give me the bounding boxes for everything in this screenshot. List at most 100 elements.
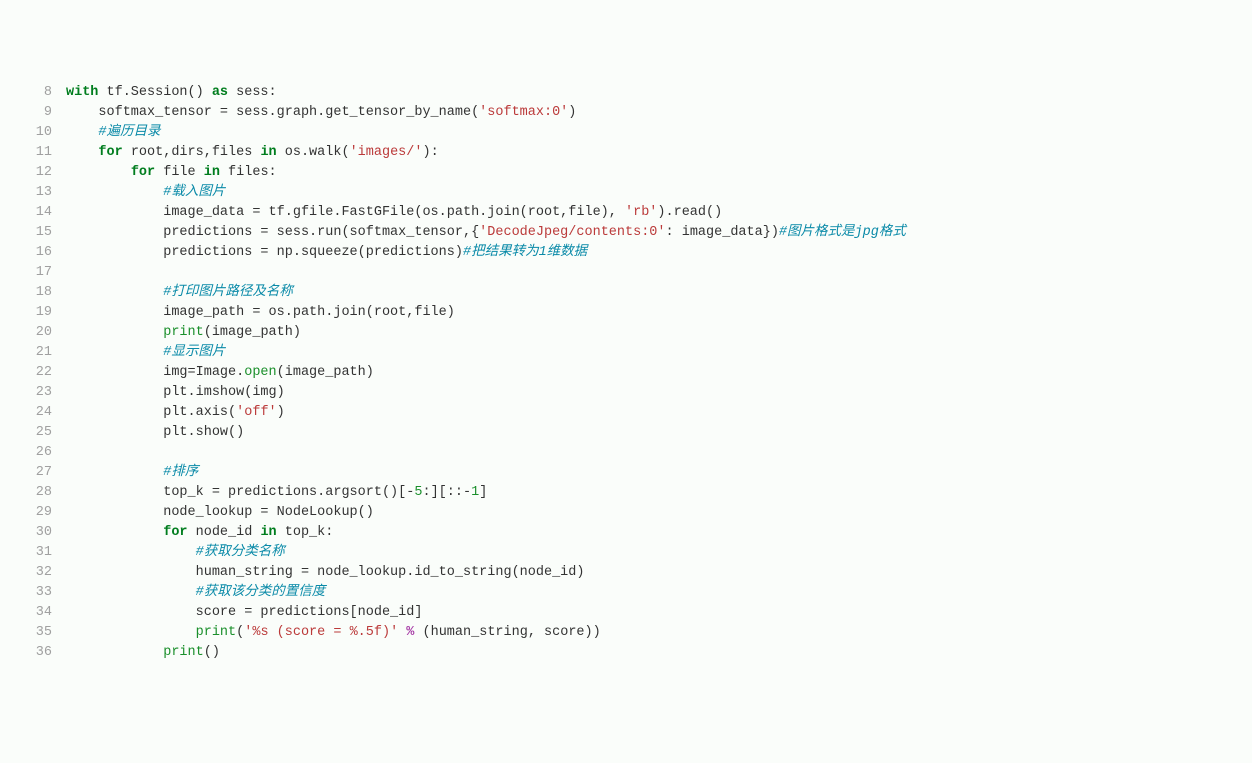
code-token	[66, 265, 163, 280]
code-token: img=Image.	[66, 365, 244, 380]
line-number: 18	[0, 283, 52, 303]
code-token: for	[163, 525, 187, 540]
code-token: image_path = os.path.join(root,file)	[66, 305, 455, 320]
code-token: #载入图片	[163, 185, 225, 200]
line-number: 25	[0, 423, 52, 443]
code-token: print	[196, 625, 237, 640]
line-number: 31	[0, 543, 52, 563]
code-token: ]	[479, 485, 487, 500]
code-token: predictions = np.squeeze(predictions)	[66, 245, 463, 260]
code-token	[66, 465, 163, 480]
code-token: 'rb'	[625, 205, 657, 220]
line-number: 36	[0, 643, 52, 663]
code-token: in	[204, 165, 220, 180]
line-number: 32	[0, 563, 52, 583]
line-number: 15	[0, 223, 52, 243]
code-token	[66, 145, 98, 160]
code-token: 'DecodeJpeg/contents:0'	[479, 225, 665, 240]
code-token: top_k = predictions.argsort()[-	[66, 485, 414, 500]
code-line: with tf.Session() as sess:	[66, 83, 1252, 103]
code-token	[66, 325, 163, 340]
code-token: sess:	[228, 85, 277, 100]
code-line: for root,dirs,files in os.walk('images/'…	[66, 143, 1252, 163]
code-token	[66, 445, 163, 460]
code-token: open	[244, 365, 276, 380]
line-number: 14	[0, 203, 52, 223]
code-line: top_k = predictions.argsort()[-5:][::-1]	[66, 483, 1252, 503]
code-line: print(image_path)	[66, 323, 1252, 343]
code-token: plt.imshow(img)	[66, 385, 285, 400]
code-line: print()	[66, 643, 1252, 663]
line-number: 12	[0, 163, 52, 183]
code-token: in	[260, 525, 276, 540]
code-token: node_id	[188, 525, 261, 540]
code-token: for	[98, 145, 122, 160]
code-token	[66, 645, 163, 660]
code-line: plt.axis('off')	[66, 403, 1252, 423]
code-line: #打印图片路径及名称	[66, 283, 1252, 303]
code-token	[66, 345, 163, 360]
code-token: os.walk(	[277, 145, 350, 160]
line-number: 9	[0, 103, 52, 123]
code-token: with	[66, 85, 98, 100]
code-token	[66, 525, 163, 540]
code-line	[66, 263, 1252, 283]
code-line: plt.imshow(img)	[66, 383, 1252, 403]
code-token: in	[260, 145, 276, 160]
line-number: 26	[0, 443, 52, 463]
line-number: 29	[0, 503, 52, 523]
line-number: 24	[0, 403, 52, 423]
code-line: #获取该分类的置信度	[66, 583, 1252, 603]
code-token: 1	[471, 485, 479, 500]
code-token: : image_data})	[666, 225, 779, 240]
code-token: plt.axis(	[66, 405, 236, 420]
code-line: predictions = sess.run(softmax_tensor,{'…	[66, 223, 1252, 243]
code-token	[66, 165, 131, 180]
code-editor: 8910111213141516171819202122232425262728…	[0, 80, 1252, 663]
code-line: #载入图片	[66, 183, 1252, 203]
line-number: 19	[0, 303, 52, 323]
code-line: for node_id in top_k:	[66, 523, 1252, 543]
code-line: human_string = node_lookup.id_to_string(…	[66, 563, 1252, 583]
code-line	[66, 443, 1252, 463]
line-number: 10	[0, 123, 52, 143]
code-line: plt.show()	[66, 423, 1252, 443]
line-number: 23	[0, 383, 52, 403]
line-number: 33	[0, 583, 52, 603]
line-number: 35	[0, 623, 52, 643]
code-token: image_data = tf.gfile.FastGFile(os.path.…	[66, 205, 625, 220]
code-line: print('%s (score = %.5f)' % (human_strin…	[66, 623, 1252, 643]
code-token: print	[163, 645, 204, 660]
code-token: )	[277, 405, 285, 420]
code-token: (image_path)	[277, 365, 374, 380]
code-token: predictions = sess.run(softmax_tensor,{	[66, 225, 479, 240]
line-number: 20	[0, 323, 52, 343]
code-line: #获取分类名称	[66, 543, 1252, 563]
code-token	[66, 545, 196, 560]
code-token: #获取该分类的置信度	[196, 585, 326, 600]
code-line: #排序	[66, 463, 1252, 483]
code-token: 'images/'	[350, 145, 423, 160]
code-line: softmax_tensor = sess.graph.get_tensor_b…	[66, 103, 1252, 123]
code-token	[66, 625, 196, 640]
code-token: ):	[423, 145, 439, 160]
code-token: score = predictions[node_id]	[66, 605, 422, 620]
code-token: #显示图片	[163, 345, 225, 360]
line-number: 17	[0, 263, 52, 283]
code-area[interactable]: with tf.Session() as sess: softmax_tenso…	[66, 83, 1252, 663]
code-token: root,dirs,files	[123, 145, 261, 160]
code-token: tf.Session()	[98, 85, 211, 100]
line-number: 22	[0, 363, 52, 383]
code-token: (human_string, score))	[414, 625, 600, 640]
code-token: human_string = node_lookup.id_to_string(…	[66, 565, 584, 580]
code-token: (	[236, 625, 244, 640]
code-token: plt.show()	[66, 425, 244, 440]
code-line: score = predictions[node_id]	[66, 603, 1252, 623]
line-number: 16	[0, 243, 52, 263]
line-number: 21	[0, 343, 52, 363]
code-token: #把结果转为1维数据	[463, 245, 587, 260]
code-line: img=Image.open(image_path)	[66, 363, 1252, 383]
line-number: 27	[0, 463, 52, 483]
code-token: 'softmax:0'	[479, 105, 568, 120]
code-line: image_data = tf.gfile.FastGFile(os.path.…	[66, 203, 1252, 223]
